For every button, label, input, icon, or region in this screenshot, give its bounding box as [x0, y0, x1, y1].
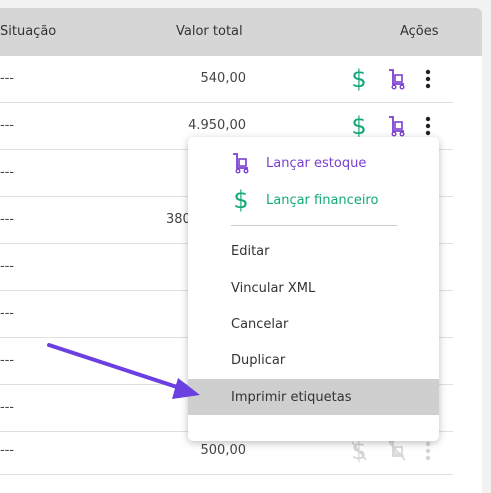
menu-item-label: Vincular XML — [231, 280, 316, 296]
situation-cell: --- — [0, 259, 15, 274]
stock-cart-disabled-icon — [388, 441, 406, 461]
menu-item-label: Duplicar — [231, 352, 286, 368]
menu-item-label: Imprimir etiquetas — [231, 389, 352, 405]
table-row: --- 540,00 $ — [0, 56, 453, 103]
more-options-icon[interactable] — [425, 116, 431, 136]
svg-text:$: $ — [233, 188, 248, 212]
header-situation: Situação — [0, 24, 57, 39]
situation-cell: --- — [0, 443, 15, 458]
situation-cell: --- — [0, 400, 15, 415]
more-options-icon[interactable] — [425, 69, 431, 89]
dollar-icon[interactable]: $ — [349, 114, 369, 138]
situation-cell: --- — [0, 353, 15, 368]
dollar-icon: $ — [233, 188, 248, 212]
menu-divider — [231, 225, 397, 226]
situation-cell: --- — [0, 71, 15, 86]
stock-cart-icon — [233, 153, 249, 174]
total-cell: 540,00 — [200, 71, 247, 86]
situation-cell: --- — [0, 306, 15, 321]
menu-item-cancel[interactable]: Cancelar — [188, 306, 439, 342]
header-total: Valor total — [176, 24, 243, 39]
dollar-disabled-icon: $ — [351, 439, 366, 463]
actions-dropdown-menu: Lançar estoque $ Lançar financeiro Edita… — [188, 137, 439, 441]
table-header: Situação Valor total Ações — [0, 8, 482, 56]
svg-text:$: $ — [351, 114, 366, 138]
menu-item-label: Editar — [231, 243, 270, 259]
menu-item-label: Lançar financeiro — [266, 192, 379, 208]
menu-item-launch-stock[interactable]: Lançar estoque — [188, 145, 439, 181]
dollar-icon[interactable]: $ — [349, 67, 369, 91]
menu-item-label: Lançar estoque — [266, 155, 367, 171]
menu-item-launch-financial[interactable]: $ Lançar financeiro — [188, 182, 439, 218]
header-actions: Ações — [400, 24, 439, 39]
situation-cell: --- — [0, 118, 15, 133]
situation-cell: --- — [0, 165, 15, 180]
stock-cart-icon[interactable] — [387, 115, 407, 137]
menu-item-label: Cancelar — [231, 316, 289, 332]
menu-item-edit[interactable]: Editar — [188, 233, 439, 269]
menu-item-duplicate[interactable]: Duplicar — [188, 342, 439, 378]
menu-item-print-labels[interactable]: Imprimir etiquetas — [188, 379, 439, 415]
svg-text:$: $ — [351, 67, 366, 91]
situation-cell: --- — [0, 212, 15, 227]
menu-item-link-xml[interactable]: Vincular XML — [188, 270, 439, 306]
more-options-icon — [425, 441, 431, 461]
stock-cart-icon[interactable] — [387, 68, 407, 90]
